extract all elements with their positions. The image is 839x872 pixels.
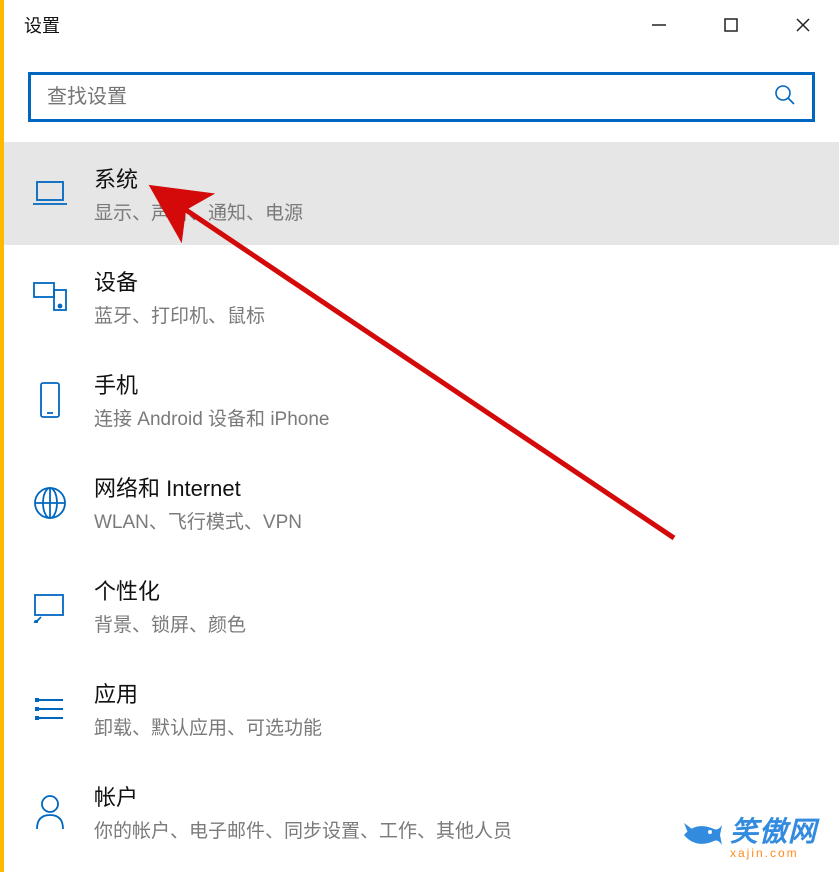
item-desc: 卸载、默认应用、可选功能 [94,713,322,740]
item-title: 网络和 Internet [94,471,302,503]
item-title: 帐户 [94,780,512,812]
apps-icon [30,687,70,731]
item-desc: 显示、声音、通知、电源 [94,198,303,225]
settings-item-1[interactable]: 设备蓝牙、打印机、鼠标 [4,245,839,348]
item-title: 个性化 [94,574,246,606]
item-title: 设备 [94,265,265,297]
globe-icon [30,481,70,525]
item-text: 手机连接 Android 设备和 iPhone [94,368,330,431]
item-text: 网络和 Internet WLAN、飞行模式、VPN [94,471,302,534]
devices-icon [30,275,70,319]
watermark: 笑傲网 xajin.com [678,810,817,860]
item-title: 系统 [94,162,303,194]
maximize-button[interactable] [695,0,767,50]
laptop-icon [30,172,70,216]
settings-item-3[interactable]: 网络和 Internet WLAN、飞行模式、VPN [4,451,839,554]
search-input[interactable] [47,86,774,109]
titlebar: 设置 [4,0,839,50]
item-text: 个性化背景、锁屏、颜色 [94,574,246,637]
settings-item-0[interactable]: 系统显示、声音、通知、电源 [4,142,839,245]
settings-list: 系统显示、声音、通知、电源设备蓝牙、打印机、鼠标手机连接 Android 设备和… [4,142,839,863]
item-desc: WLAN、飞行模式、VPN [94,507,302,534]
close-button[interactable] [767,0,839,50]
item-text: 应用卸载、默认应用、可选功能 [94,677,322,740]
item-title: 手机 [94,368,330,400]
item-text: 设备蓝牙、打印机、鼠标 [94,265,265,328]
settings-item-4[interactable]: 个性化背景、锁屏、颜色 [4,554,839,657]
personalize-icon [30,584,70,628]
settings-item-2[interactable]: 手机连接 Android 设备和 iPhone [4,348,839,451]
item-desc: 连接 Android 设备和 iPhone [94,404,330,431]
search-icon [774,84,796,111]
item-desc: 蓝牙、打印机、鼠标 [94,301,265,328]
item-text: 系统显示、声音、通知、电源 [94,162,303,225]
item-desc: 你的帐户、电子邮件、同步设置、工作、其他人员 [94,816,512,843]
item-desc: 背景、锁屏、颜色 [94,610,246,637]
search-wrap [4,50,839,132]
fish-icon [678,815,724,855]
search-box[interactable] [28,72,815,122]
settings-item-5[interactable]: 应用卸载、默认应用、可选功能 [4,657,839,760]
watermark-text: 笑傲网 [730,810,817,850]
account-icon [30,790,70,834]
phone-icon [30,378,70,422]
window-controls [623,0,839,50]
window-title: 设置 [24,12,60,38]
minimize-button[interactable] [623,0,695,50]
item-text: 帐户你的帐户、电子邮件、同步设置、工作、其他人员 [94,780,512,843]
item-title: 应用 [94,677,322,709]
